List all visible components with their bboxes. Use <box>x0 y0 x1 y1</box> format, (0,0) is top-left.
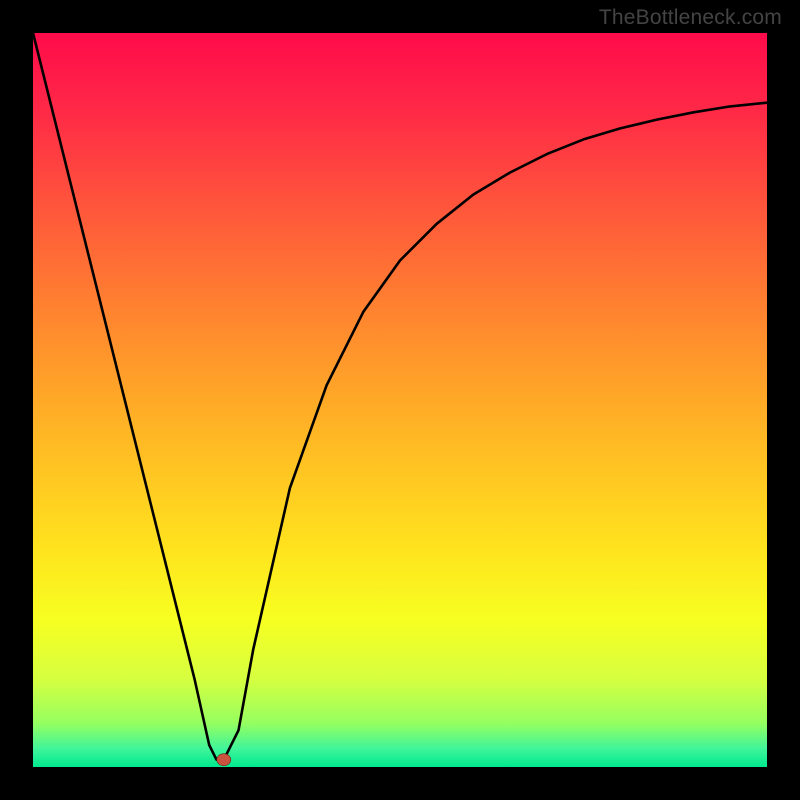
plot-area <box>33 33 767 767</box>
optimal-point-marker <box>217 754 231 766</box>
curve-layer <box>33 33 767 767</box>
watermark-text: TheBottleneck.com <box>599 6 782 30</box>
bottleneck-curve <box>33 33 767 760</box>
chart-frame: TheBottleneck.com <box>0 0 800 800</box>
